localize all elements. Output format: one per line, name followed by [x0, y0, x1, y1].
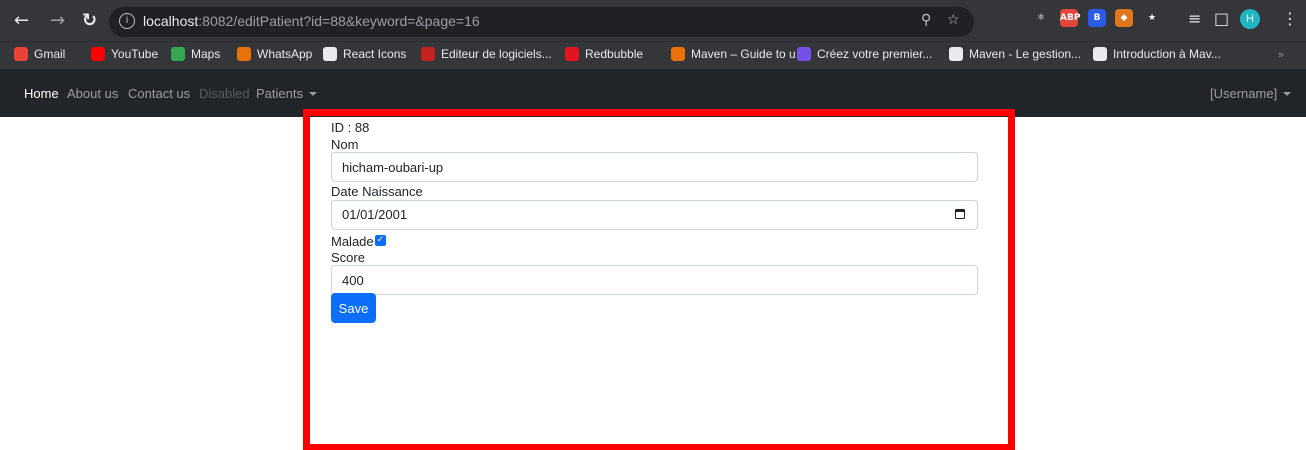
metamask-icon[interactable]: ◆: [1115, 9, 1133, 27]
bookmark-label: Editeur de logiciels...: [441, 47, 552, 61]
globe-icon: [323, 47, 337, 61]
bookmark-item[interactable]: Redbubble: [565, 47, 643, 61]
maven-icon: [671, 47, 685, 61]
openclassrooms-icon: [797, 47, 811, 61]
bookmark-label: Redbubble: [585, 47, 644, 61]
bootstrap-icon[interactable]: B: [1088, 9, 1106, 27]
address-bar[interactable]: i localhost:8082/editPatient?id=88&keywo…: [109, 7, 974, 37]
nav-patients-label: Patients: [256, 86, 303, 101]
extensions-puzzle-icon[interactable]: ★: [1143, 9, 1161, 27]
youtube-icon: [91, 47, 105, 61]
nav-username-label: [Username]: [1210, 86, 1278, 101]
whatsapp-icon: [237, 47, 251, 61]
date-naissance-value: 01/01/2001: [342, 207, 408, 222]
profile-avatar[interactable]: H: [1240, 9, 1260, 29]
patient-id-label: ID : 88: [331, 120, 370, 135]
bookmark-label: YouTube: [111, 47, 159, 61]
maps-icon: [171, 47, 185, 61]
bookmark-item[interactable]: Editeur de logiciels...: [421, 47, 552, 61]
adblock-plus-icon[interactable]: ABP: [1060, 9, 1080, 27]
nav-contact[interactable]: Contact us: [128, 86, 190, 101]
bookmark-label: React Icons: [343, 47, 407, 61]
reload-icon[interactable]: ↻: [82, 12, 97, 30]
info-icon[interactable]: i: [119, 13, 135, 29]
bookmarks-overflow-icon[interactable]: »: [1278, 49, 1284, 61]
bookmark-label: Maven - Le gestion...: [969, 47, 1082, 61]
score-label: Score: [331, 250, 365, 265]
bookmark-label: Maven – Guide to u...: [691, 47, 806, 61]
side-panel-icon[interactable]: □: [1214, 10, 1229, 28]
bookmark-item[interactable]: Créez votre premier...: [797, 47, 932, 61]
menu-kebab-icon[interactable]: ⋮: [1282, 10, 1298, 28]
reading-list-icon[interactable]: ≡: [1188, 10, 1201, 28]
nom-label: Nom: [331, 137, 359, 152]
save-button[interactable]: Save: [331, 293, 376, 323]
nom-input[interactable]: [331, 152, 978, 182]
bookmark-label: Maps: [191, 47, 221, 61]
nav-patients-dropdown[interactable]: Patients: [256, 86, 317, 101]
score-input[interactable]: [331, 265, 978, 295]
react-devtools-icon[interactable]: ⚛: [1032, 9, 1050, 27]
bookmark-item[interactable]: Introduction à Mav...: [1093, 47, 1221, 61]
zoom-icon[interactable]: ⚲: [921, 12, 931, 28]
browser-toolbar: ← → ↻ i localhost:8082/editPatient?id=88…: [0, 0, 1306, 41]
bookmark-label: Créez votre premier...: [817, 47, 933, 61]
bookmark-item[interactable]: Gmail: [14, 47, 65, 61]
bookmark-item[interactable]: Maven – Guide to u...: [671, 47, 806, 61]
caret-down-icon: [1283, 92, 1292, 96]
date-naissance-input[interactable]: 01/01/2001: [331, 200, 978, 230]
bookmarks-bar: Gmail YouTube Maps WhatsApp React Icons Edite…: [0, 41, 1306, 69]
bookmark-label: Introduction à Mav...: [1113, 47, 1221, 61]
nav-home[interactable]: Home: [24, 86, 59, 101]
date-naissance-label: Date Naissance: [331, 184, 423, 199]
bookmark-item[interactable]: Maven - Le gestion...: [949, 47, 1081, 61]
calendar-icon[interactable]: [955, 209, 965, 219]
globe-icon: [1093, 47, 1107, 61]
nav-username-dropdown[interactable]: [Username]: [1210, 86, 1292, 101]
bookmark-star-icon[interactable]: ☆: [947, 12, 960, 28]
bookmark-item[interactable]: Maps: [171, 47, 220, 61]
gmail-icon: [14, 47, 28, 61]
url-text[interactable]: localhost:8082/editPatient?id=88&keyword…: [143, 13, 480, 29]
bookmark-item[interactable]: React Icons: [323, 47, 406, 61]
bookmark-item[interactable]: WhatsApp: [237, 47, 312, 61]
caret-down-icon: [308, 92, 317, 96]
bookmark-label: Gmail: [34, 47, 66, 61]
developpez-icon: [949, 47, 963, 61]
nav-about[interactable]: About us: [67, 86, 118, 101]
malade-label: Malade: [331, 234, 374, 249]
back-icon[interactable]: ←: [14, 12, 29, 30]
redbubble-icon: [565, 47, 579, 61]
editeur-icon: [421, 47, 435, 61]
bookmark-label: WhatsApp: [257, 47, 313, 61]
malade-checkbox[interactable]: ✓: [375, 235, 386, 246]
nav-disabled: Disabled: [199, 86, 250, 101]
bookmark-item[interactable]: YouTube: [91, 47, 158, 61]
forward-icon[interactable]: →: [50, 12, 65, 30]
